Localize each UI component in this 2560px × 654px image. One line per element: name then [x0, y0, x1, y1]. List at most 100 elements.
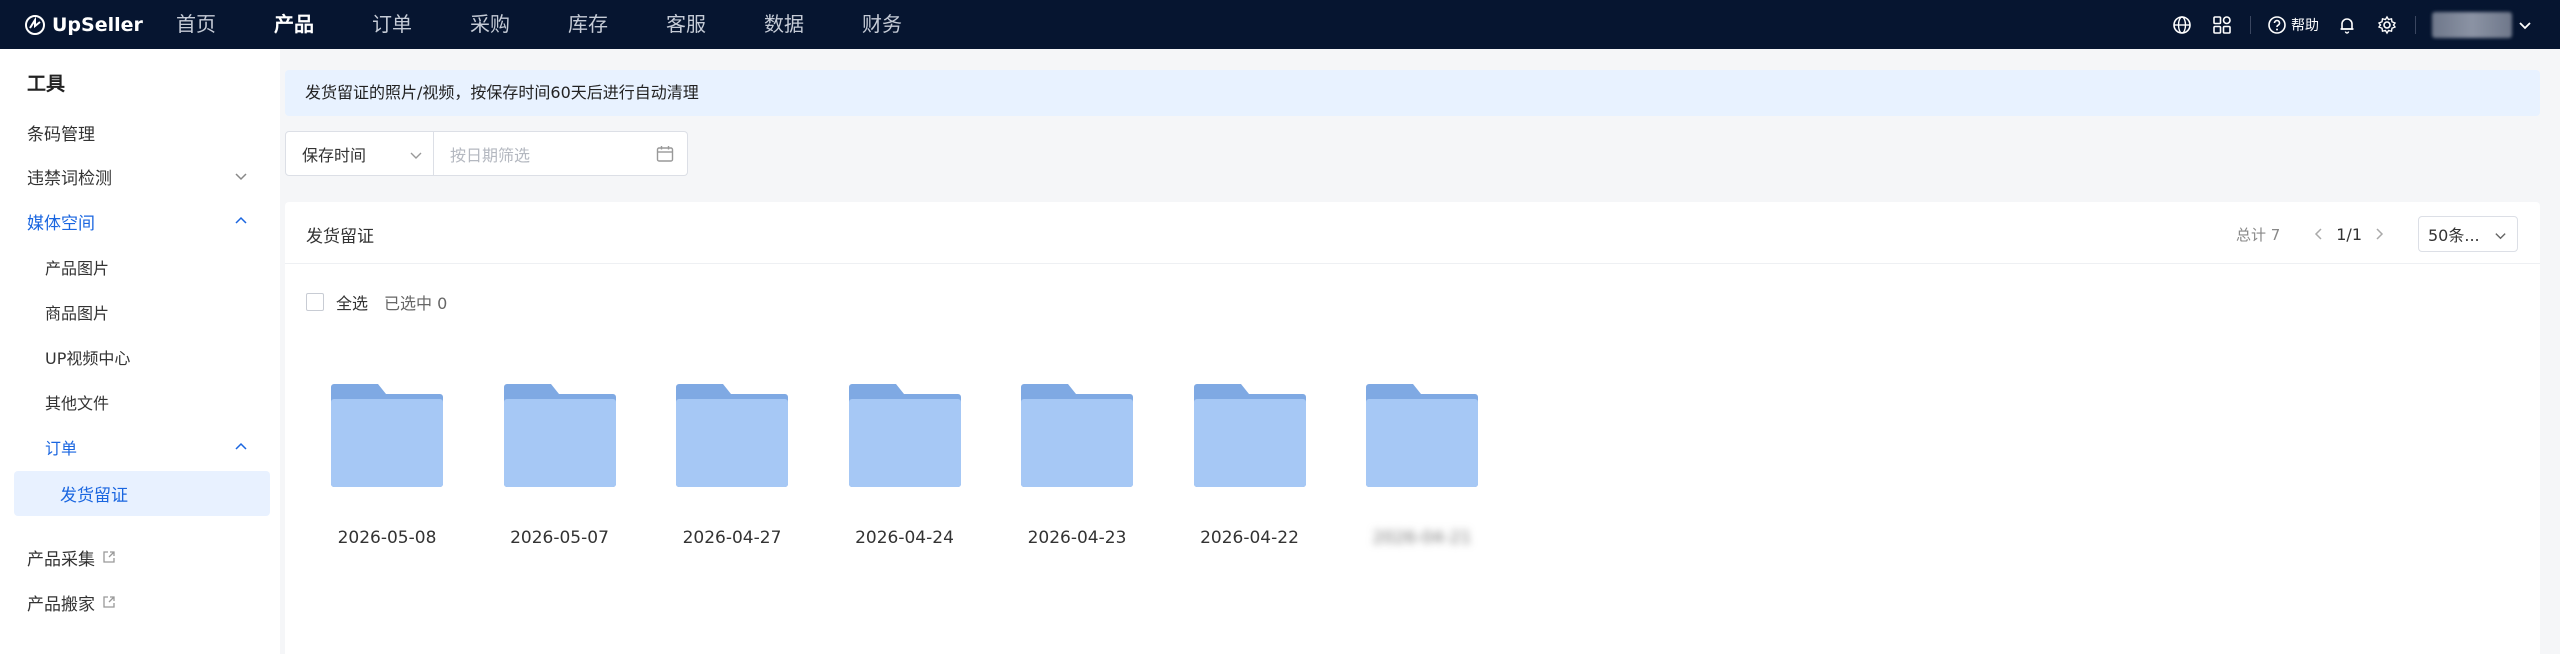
folder-icon — [848, 384, 961, 487]
chevron-down-icon — [2519, 21, 2531, 29]
main-nav: 首页 产品 订单 采购 库存 客服 数据 财务 — [176, 0, 960, 49]
nav-data[interactable]: 数据 — [764, 0, 804, 49]
select-all-checkbox[interactable] — [306, 293, 324, 311]
page-size-value: 50条... — [2428, 226, 2480, 245]
date-filter-input[interactable]: 按日期筛选 — [434, 131, 688, 176]
topbar-actions: 帮助 — [2170, 0, 2560, 49]
nav-finance[interactable]: 财务 — [862, 0, 902, 49]
folder-name: 2026-04-21 — [1372, 528, 1472, 548]
nav-home[interactable]: 首页 — [176, 0, 216, 49]
folder-item[interactable]: 2026-05-08 — [330, 380, 503, 548]
upseller-logo-icon — [25, 14, 45, 35]
sidebar-item-label: 发货留证 — [60, 486, 128, 506]
sidebar-item-other-files[interactable]: 其他文件 — [0, 382, 280, 422]
folder-icon — [676, 384, 788, 487]
folder-item[interactable]: 2026-04-27 — [675, 380, 848, 548]
sidebar-item-shipping-evidence[interactable]: 发货留证 — [14, 471, 270, 516]
filter-bar: 保存时间 按日期筛选 — [285, 131, 688, 176]
folder-name: 2026-04-27 — [682, 528, 782, 548]
sidebar-item-label: 其他文件 — [45, 394, 110, 413]
select-all-label[interactable]: 全选 — [336, 290, 368, 314]
topbar-divider — [2250, 15, 2251, 34]
sidebar-item-product-migration[interactable]: 产品搬家 — [0, 582, 280, 622]
nav-customer-service[interactable]: 客服 — [666, 0, 706, 49]
folder-item[interactable]: 2026-04-21 — [1365, 380, 1538, 548]
sidebar-item-label: UP视频中心 — [45, 349, 131, 368]
folder-icon — [1366, 384, 1478, 487]
chevron-up-icon — [235, 442, 247, 450]
folder-name: 2026-05-08 — [337, 528, 437, 548]
sidebar: 工具 条码管理 违禁词检测 媒体空间 产品图片 商品图片 UP视频中心 其他文件… — [0, 49, 280, 654]
file-panel: 发货留证 总计 7 1/1 50条... 全选 已选中 0 2026-05-08… — [285, 202, 2540, 654]
pagination: 总计 7 1/1 50条... — [2236, 216, 2518, 252]
account-menu[interactable] — [2432, 11, 2532, 38]
folder-icon — [503, 384, 616, 487]
folder-name: 2026-04-24 — [855, 528, 954, 548]
sidebar-item-banned-words[interactable]: 违禁词检测 — [0, 156, 280, 196]
chevron-down-icon — [2495, 233, 2506, 240]
page-indicator: 1/1 — [2336, 224, 2362, 244]
date-filter-placeholder: 按日期筛选 — [450, 145, 531, 165]
sidebar-item-label: 产品搬家 — [27, 594, 95, 615]
folder-name: 2026-05-07 — [510, 528, 609, 548]
folder-item[interactable]: 2026-04-22 — [1193, 380, 1366, 548]
upseller-logo[interactable]: UpSeller — [24, 14, 154, 36]
folder-item[interactable]: 2026-04-23 — [1020, 380, 1193, 548]
nav-inventory[interactable]: 库存 — [568, 0, 608, 49]
folder-grid: 2026-05-08 2026-05-07 2026-04-27 2026-04… — [330, 380, 1538, 548]
account-name-redacted — [2432, 11, 2512, 38]
nav-orders[interactable]: 订单 — [372, 0, 412, 49]
top-navigation-bar: UpSeller 首页 产品 订单 采购 库存 客服 数据 财务 帮助 — [0, 0, 2560, 49]
external-link-icon — [102, 550, 116, 564]
time-type-value: 保存时间 — [302, 145, 367, 165]
page-size-select[interactable]: 50条... — [2418, 216, 2518, 252]
chevron-up-icon — [235, 216, 247, 224]
sidebar-item-product-collection[interactable]: 产品采集 — [0, 537, 280, 577]
prev-page-icon[interactable] — [2312, 227, 2326, 241]
nav-purchase[interactable]: 采购 — [470, 0, 510, 49]
next-page-icon[interactable] — [2372, 227, 2386, 241]
panel-title: 发货留证 — [306, 227, 374, 247]
folder-item[interactable]: 2026-04-24 — [848, 380, 1021, 548]
folder-name: 2026-04-23 — [1027, 528, 1127, 548]
nav-products[interactable]: 产品 — [274, 0, 314, 49]
calendar-icon — [656, 146, 674, 162]
sidebar-item-product-images[interactable]: 产品图片 — [0, 247, 280, 287]
sidebar-item-label: 媒体空间 — [27, 213, 95, 234]
sidebar-item-label: 产品采集 — [27, 549, 95, 570]
total-count: 总计 7 — [2235, 225, 2281, 244]
globe-icon[interactable] — [2170, 13, 2194, 37]
gear-icon[interactable] — [2375, 13, 2399, 37]
sidebar-item-label: 产品图片 — [45, 259, 110, 278]
folder-icon — [1021, 384, 1133, 487]
folder-name: 2026-04-22 — [1200, 528, 1299, 548]
panel-header: 发货留证 总计 7 1/1 50条... — [285, 202, 2540, 264]
folder-icon — [331, 384, 443, 487]
sidebar-item-label: 商品图片 — [45, 304, 110, 323]
auto-cleanup-notice: 发货留证的照片/视频，按保存时间60天后进行自动清理 — [285, 70, 2540, 116]
sidebar-item-label: 订单 — [45, 439, 78, 458]
sidebar-title: 工具 — [27, 73, 66, 95]
sidebar-item-orders[interactable]: 订单 — [0, 427, 280, 467]
folder-item[interactable]: 2026-05-07 — [503, 380, 676, 548]
chevron-down-icon — [235, 173, 247, 181]
selection-bar: 全选 已选中 0 — [306, 290, 447, 314]
sidebar-item-up-video-center[interactable]: UP视频中心 — [0, 337, 280, 377]
page-navigator: 1/1 — [2302, 225, 2396, 244]
apps-grid-icon[interactable] — [2210, 13, 2234, 37]
sidebar-item-label: 违禁词检测 — [27, 168, 112, 189]
topbar-divider — [2415, 15, 2416, 34]
folder-icon — [1193, 384, 1306, 487]
sidebar-item-barcode[interactable]: 条码管理 — [0, 112, 280, 152]
time-type-select[interactable]: 保存时间 — [285, 131, 434, 176]
help-button[interactable]: 帮助 — [2267, 15, 2319, 35]
bell-icon[interactable] — [2335, 13, 2359, 37]
sidebar-item-media-space[interactable]: 媒体空间 — [0, 201, 280, 241]
help-icon — [2268, 15, 2286, 34]
help-label: 帮助 — [2291, 17, 2319, 34]
chevron-down-icon — [410, 152, 422, 159]
sidebar-item-goods-images[interactable]: 商品图片 — [0, 292, 280, 332]
external-link-icon — [102, 595, 116, 609]
sidebar-item-label: 条码管理 — [27, 124, 95, 145]
brand-name: UpSeller — [52, 13, 143, 36]
